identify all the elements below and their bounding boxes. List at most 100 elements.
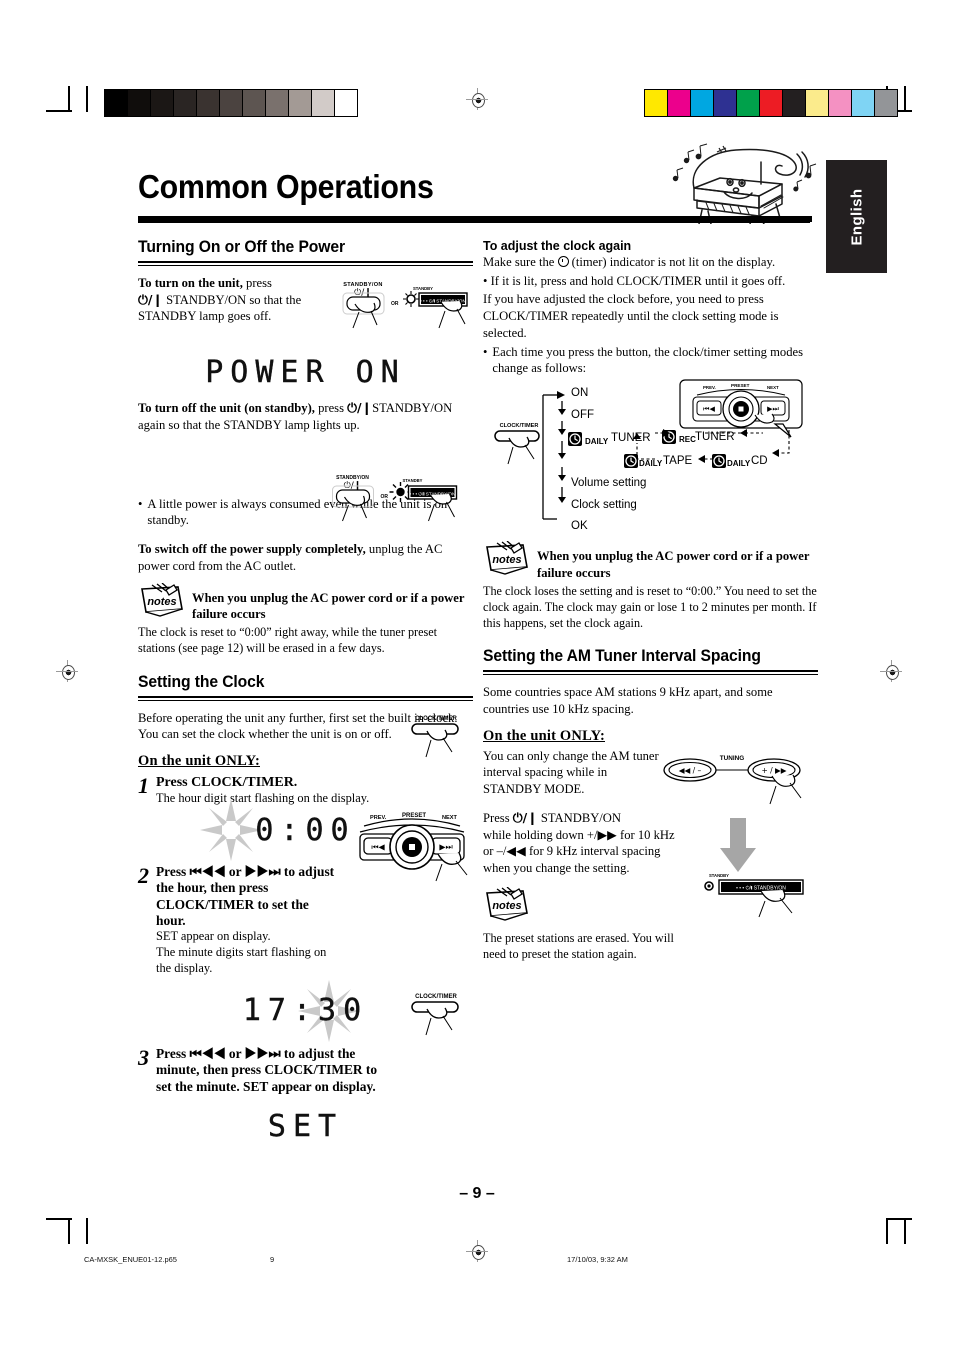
clock-timer-mode-flow-diagram: CLOCK/TIMER ON OFF DAILY TUNER REC TUNER…	[483, 379, 818, 533]
bullet-dot: •	[138, 496, 143, 511]
note-body-2: The clock loses the setting and is reset…	[483, 583, 817, 631]
am-line2: while holding down +/▶▶ for 10 kHz	[483, 827, 675, 842]
flow-item-clock-setting: Clock setting	[571, 499, 637, 512]
adjust-line1-post: (timer) indicator is not lit on the disp…	[571, 255, 776, 269]
calibration-swatch	[173, 90, 196, 116]
registration-mark-left	[56, 660, 78, 682]
bullet-dot-3: •	[483, 344, 488, 359]
clock-timer-button-illustration-2: CLOCK/TIMER	[400, 990, 480, 1045]
calibration-swatch	[851, 90, 874, 116]
calibration-swatch	[219, 90, 242, 116]
note-heading-1: When you unplug the AC power cord or if …	[192, 590, 465, 621]
section-title-am-tuner: Setting the AM Tuner Interval Spacing	[483, 647, 761, 666]
flash-burst-icon-1	[200, 798, 262, 861]
turn-off-lead: To turn off the unit (on standby),	[138, 401, 315, 416]
am-intro: Some countries space AM stations 9 kHz a…	[483, 685, 773, 716]
svg-text:CLOCK/TIMER: CLOCK/TIMER	[415, 716, 457, 722]
calibration-swatch	[828, 90, 851, 116]
section-rule	[138, 261, 473, 266]
calibration-swatch	[265, 90, 288, 116]
notes-icon-3: notes	[483, 886, 531, 926]
turn-on-rest: press	[246, 276, 272, 290]
turn-off-tail: STANDBY/ON	[372, 401, 453, 416]
calibration-swatch	[874, 90, 897, 116]
colophon-date: 17/10/03, 9:32 AM	[567, 1255, 628, 1264]
calibration-swatch	[805, 90, 828, 116]
svg-text:▶⏭: ▶⏭	[439, 843, 452, 852]
note-body-1: The clock is reset to “0:00” right away,…	[138, 625, 438, 656]
step-3-lead: Press ⏮◀◀ or ▶▶⏭ to adjust the minute, t…	[156, 1045, 378, 1094]
flow-jog-dial-callout: PREV. PRESET NEXT ⏮◀ ▶⏭	[679, 379, 803, 438]
svg-text:CLOCK/TIMER: CLOCK/TIMER	[415, 994, 457, 1000]
tuning-buttons-illustration: ◀◀ / – TUNING + / ▶▶	[662, 748, 802, 813]
calibration-swatch	[667, 90, 690, 116]
step-2-desc: SET appear on display.	[156, 929, 271, 944]
registration-mark-right	[880, 660, 902, 682]
turn-on-line2: STANDBY/ON so that the	[166, 292, 302, 307]
standby-on-illustration-2: STANDBY/ON ⏻/❙ OR STANDBY • • • ⏻/❙ STAN…	[328, 471, 463, 532]
calibration-swatch	[645, 90, 667, 116]
svg-text:PRESET: PRESET	[402, 813, 426, 819]
flow-item-on: ON	[571, 387, 589, 400]
power-symbol-icon-2: ⏻/❙	[347, 400, 373, 416]
subheading-adjust-clock-again: To adjust the clock again	[483, 238, 632, 253]
svg-text:notes: notes	[492, 554, 521, 566]
svg-text:⏮◀: ⏮◀	[703, 405, 715, 413]
flow-item-ok: OK	[571, 520, 588, 533]
switch-off-line2: power cord from the AC outlet.	[138, 558, 297, 573]
svg-text:STANDBY: STANDBY	[709, 873, 729, 878]
lcd-power-on: POWER ON	[138, 355, 473, 390]
timer-clock-icon	[557, 256, 569, 267]
title-underline	[138, 216, 810, 223]
svg-text:PREV.: PREV.	[370, 815, 387, 821]
svg-text:PREV.: PREV.	[703, 385, 716, 390]
standby-on-illustration-1: STANDBY/ON ⏻/❙ OR STANDBY • • • ⏻/❙ STAN…	[341, 278, 471, 339]
power-symbol-icon-3: ⏻/❙	[512, 809, 538, 825]
svg-text:+ / ▶▶: + / ▶▶	[761, 766, 786, 775]
calibration-swatch	[713, 90, 736, 116]
svg-text:NEXT: NEXT	[767, 385, 779, 390]
turn-on-line3: STANDBY lamp goes off.	[138, 309, 272, 324]
turn-on-lead: To turn on the unit,	[138, 276, 243, 290]
svg-text:▶⏭: ▶⏭	[767, 405, 779, 413]
section-rule-am	[483, 670, 818, 676]
turn-off-paragraph: To turn off the unit (on standby), press…	[138, 400, 473, 433]
switch-off-paragraph: To switch off the power supply completel…	[138, 541, 473, 574]
on-unit-only-heading-am: On the unit ONLY:	[483, 727, 605, 744]
svg-text:OR: OR	[391, 301, 399, 307]
svg-text:STANDBY: STANDBY	[403, 478, 423, 483]
section-title-clock: Setting the Clock	[138, 672, 265, 691]
adjust-bullet-1: • If it is lit, press and hold CLOCK/TIM…	[483, 273, 818, 290]
page-number: – 9 –	[459, 1185, 495, 1202]
jog-dial-illustration: PREV. PRESET NEXT ⏮◀ ▶⏭	[350, 810, 475, 887]
calibration-swatch	[736, 90, 759, 116]
calibration-swatch	[196, 90, 219, 116]
step-1: 1 Press CLOCK/TIMER. The hour digit star…	[138, 774, 473, 807]
calibration-swatch	[242, 90, 265, 116]
am-body-1: You can only change the AM tuner interva…	[483, 748, 659, 797]
registration-mark-top	[466, 88, 488, 110]
adjust-line1-pre: Make sure the	[483, 255, 555, 269]
svg-text:notes: notes	[492, 900, 521, 912]
am-press-pre: Press	[483, 810, 510, 825]
adjust-paragraph: If you have adjusted the clock before, y…	[483, 292, 779, 340]
bullet-dot-2: •	[483, 273, 488, 288]
adjust-bullet-1-text: If it is lit, press and hold CLOCK/TIMER…	[490, 273, 786, 288]
calibration-swatch	[127, 90, 150, 116]
calibration-swatch	[105, 90, 127, 116]
step-1-number: 1	[138, 772, 149, 798]
calibration-swatch	[150, 90, 173, 116]
svg-text:CLOCK/TIMER: CLOCK/TIMER	[500, 423, 539, 429]
svg-text:TUNING: TUNING	[720, 755, 745, 762]
registration-mark-bottom	[466, 1240, 488, 1262]
am-press-post: STANDBY/ON	[540, 810, 621, 825]
flow-item-off: OFF	[571, 409, 594, 422]
color-calibration-bar	[644, 89, 898, 117]
turn-off-line2: again so that the STANDBY lamp lights up…	[138, 417, 360, 432]
adjust-line1: Make sure the (timer) indicator is not l…	[483, 254, 818, 271]
colophon-page: 9	[270, 1255, 275, 1264]
colophon-filename: CA-MXSK_ENUE01-12.p65	[84, 1255, 177, 1264]
note-block-power-cord: notes When you unplug the AC power cord …	[138, 582, 473, 623]
section-rule-clock	[138, 695, 473, 701]
svg-text:◀◀ / –: ◀◀ / –	[679, 766, 702, 775]
